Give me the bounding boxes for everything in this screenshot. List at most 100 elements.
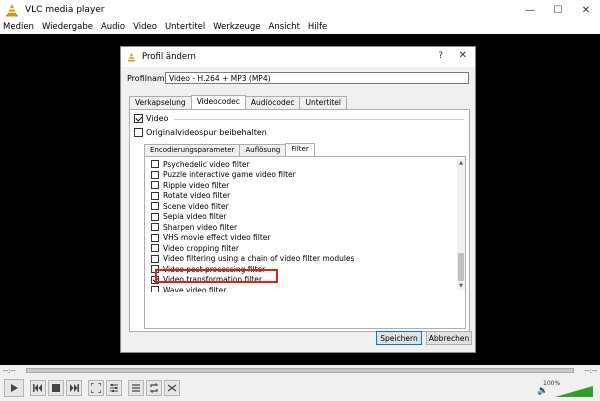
window-controls: — ☐ ✕ (516, 0, 600, 20)
previous-icon (33, 384, 42, 392)
filter-checkbox[interactable] (151, 254, 159, 263)
extended-settings-button[interactable] (106, 380, 122, 396)
filter-checkbox[interactable] (151, 233, 159, 242)
filter-label: Video cropping filter (163, 243, 239, 253)
keep-original-checkbox[interactable] (134, 128, 143, 137)
filter-item[interactable]: VHS movie effect video filter (151, 233, 451, 244)
minimize-icon[interactable]: — (516, 0, 544, 20)
player-controls (0, 376, 600, 401)
subtab-encoding[interactable]: Encodierungsparameter (144, 144, 241, 156)
filter-checkbox[interactable] (151, 170, 159, 179)
filter-checkbox[interactable] (151, 191, 159, 200)
tab-verkapselung[interactable]: Verkapselung (129, 96, 192, 109)
filter-checkbox[interactable] (151, 244, 159, 253)
filter-label: Scene video filter (163, 201, 229, 211)
filter-checkbox[interactable] (151, 160, 159, 169)
vlc-cone-icon (6, 4, 18, 17)
filter-label: Psychedelic video filter (163, 159, 250, 169)
filter-label: VHS movie effect video filter (163, 233, 271, 243)
fullscreen-icon (91, 383, 101, 393)
filter-panel: Psychedelic video filter Puzzle interacti… (144, 156, 466, 329)
filter-checkbox[interactable] (151, 223, 159, 232)
filter-item[interactable]: Rotate video filter (151, 191, 451, 202)
subtab-resolution[interactable]: Auflösung (239, 144, 287, 156)
loop-button[interactable] (146, 380, 162, 396)
menu-audio[interactable]: Audio (101, 22, 125, 32)
filter-checkbox[interactable] (151, 202, 159, 211)
filter-label: Ripple video filter (163, 180, 230, 190)
tab-untertitel[interactable]: Untertitel (299, 96, 347, 109)
filter-item[interactable]: Ripple video filter (151, 180, 451, 191)
total-time: --:-- (584, 366, 597, 375)
profile-name-input[interactable] (165, 72, 469, 84)
cancel-button[interactable]: Abbrechen (426, 331, 472, 345)
save-button[interactable]: Speichern (376, 331, 422, 345)
video-subtabs: Encodierungsparameter Auflösung Filter (144, 143, 315, 156)
highlight-annotation (155, 269, 278, 283)
tab-audiocodec[interactable]: Audiocodec (244, 96, 301, 109)
app-titlebar: VLC media player — ☐ ✕ (0, 0, 600, 20)
menubar: Medien Wiedergabe Audio Video Untertitel… (0, 20, 600, 34)
filter-label: Video filtering using a chain of video f… (163, 254, 355, 264)
profile-name-label: Profilname (127, 74, 170, 83)
filter-item[interactable]: Wave video filter (151, 285, 451, 292)
menu-hilfe[interactable]: Hilfe (308, 22, 327, 32)
filter-item[interactable]: Scene video filter (151, 201, 451, 212)
dialog-title: Profil ändern (142, 52, 196, 62)
keep-original-label: Originalvideospur beibehalten (146, 128, 267, 137)
seek-slider[interactable] (26, 368, 574, 373)
videocodec-panel: Video Originalvideospur beibehalten Enco… (129, 109, 470, 332)
menu-wiedergabe[interactable]: Wiedergabe (42, 22, 93, 32)
filter-item[interactable]: Video cropping filter (151, 243, 451, 254)
filter-label: Puzzle interactive game video filter (163, 170, 296, 180)
filter-item[interactable]: Puzzle interactive game video filter (151, 170, 451, 181)
shuffle-icon (167, 384, 177, 392)
close-icon[interactable]: ✕ (572, 0, 600, 20)
vlc-cone-icon (127, 52, 136, 61)
help-button[interactable]: ? (438, 51, 443, 61)
fullscreen-button[interactable] (88, 380, 104, 396)
shuffle-button[interactable] (164, 380, 180, 396)
filter-item[interactable]: Psychedelic video filter (151, 159, 451, 170)
video-checkbox-row[interactable]: Video (134, 114, 168, 123)
filter-item[interactable]: Sharpen video filter (151, 222, 451, 233)
menu-werkzeuge[interactable]: Werkzeuge (213, 22, 260, 32)
filter-label: Sharpen video filter (163, 222, 238, 232)
filter-label: Sepia video filter (163, 212, 227, 222)
stop-button[interactable] (48, 380, 64, 396)
scroll-thumb[interactable] (458, 253, 464, 281)
video-checkbox[interactable] (134, 114, 143, 123)
dialog-titlebar: Profil ändern (121, 47, 475, 67)
subtab-filter[interactable]: Filter (285, 143, 315, 156)
dialog-close-icon[interactable]: ✕ (459, 50, 467, 61)
next-icon (70, 384, 79, 392)
divider (174, 119, 464, 120)
play-button[interactable] (4, 379, 24, 397)
scroll-down-icon[interactable]: ▼ (457, 282, 465, 290)
stop-icon (52, 384, 60, 392)
filter-scrollbar[interactable]: ▲ ▼ (457, 159, 465, 290)
menu-ansicht[interactable]: Ansicht (269, 22, 300, 32)
filter-checkbox[interactable] (151, 181, 159, 190)
filter-item[interactable]: Sepia video filter (151, 212, 451, 223)
speaker-icon[interactable]: 🔈 (537, 386, 548, 396)
maximize-icon[interactable]: ☐ (544, 0, 572, 20)
next-button[interactable] (66, 380, 82, 396)
codec-tabs: Verkapselung Videocodec Audiocodec Unter… (129, 95, 347, 109)
playlist-icon (132, 384, 140, 392)
keep-original-row[interactable]: Originalvideospur beibehalten (134, 128, 267, 137)
equalizer-icon (110, 384, 118, 392)
profile-dialog: Profil ändern ? ✕ Profilname Verkapselun… (120, 46, 476, 353)
scroll-up-icon[interactable]: ▲ (457, 159, 465, 167)
elapsed-time: --:-- (3, 366, 16, 375)
menu-untertitel[interactable]: Untertitel (165, 22, 205, 32)
volume-slider[interactable] (555, 386, 593, 397)
menu-medien[interactable]: Medien (3, 22, 34, 32)
tab-videocodec[interactable]: Videocodec (190, 95, 246, 109)
previous-button[interactable] (30, 380, 46, 396)
filter-checkbox[interactable] (151, 286, 159, 292)
playlist-button[interactable] (128, 380, 144, 396)
menu-video[interactable]: Video (133, 22, 157, 32)
filter-item[interactable]: Video filtering using a chain of video f… (151, 254, 451, 265)
filter-checkbox[interactable] (151, 212, 159, 221)
